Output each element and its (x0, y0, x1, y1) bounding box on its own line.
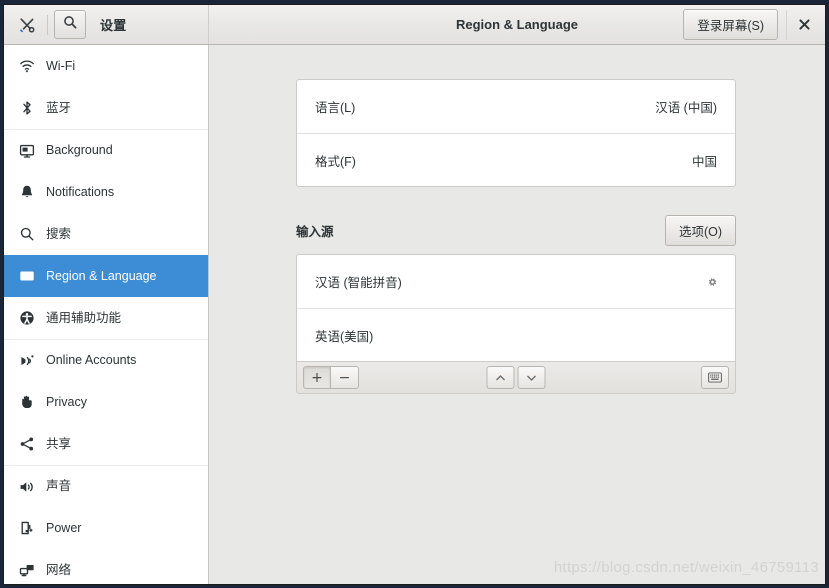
sidebar-item-label: Wi-Fi (46, 58, 76, 73)
header-bar-left: 设置 (4, 5, 209, 44)
search-button[interactable] (54, 10, 86, 39)
sidebar-item-label: 通用辅助功能 (46, 310, 122, 325)
sidebar-item-power[interactable]: Power (4, 507, 208, 549)
watermark: https://blog.csdn.net/weixin_46759113 (553, 559, 819, 576)
network-icon (16, 561, 38, 579)
sidebar-item-label: 网络 (46, 562, 72, 577)
row-language-value: 汉语 (中国) (655, 101, 717, 115)
sidebar-item-online-accounts[interactable]: Online Accounts (4, 339, 208, 381)
sidebar-item-[interactable]: 蓝牙 (4, 87, 208, 129)
page-title: Region & Language (455, 17, 579, 32)
row-formats-label: 格式(F) (315, 154, 356, 169)
input-options-button[interactable]: 选项(O) (664, 214, 736, 246)
input-sources-toolbar: + − (296, 362, 736, 394)
input-sources-title: 输入源 (296, 224, 334, 239)
header-bar: 设置 Region & Language 登录屏幕(S) (4, 5, 825, 45)
accessibility-icon (16, 309, 38, 327)
sidebar-item-privacy[interactable]: Privacy (4, 381, 208, 423)
search-icon (16, 225, 38, 243)
sidebar-item-label: 蓝牙 (46, 100, 72, 115)
sidebar-item-[interactable]: 共享 (4, 423, 208, 465)
input-sources-list: 汉语 (智能拼音) 英语(美国) (296, 254, 736, 362)
header-bar-right: Region & Language 登录屏幕(S) (209, 5, 825, 44)
content-area: 语言(L) 汉语 (中国) 格式(F) 中国 输入源 选项(O) 汉语 (智能拼… (209, 45, 825, 584)
add-input-source-button[interactable]: + (303, 366, 331, 389)
input-source-row-english[interactable]: 英语(美国) (297, 308, 735, 361)
gear-icon[interactable] (705, 275, 719, 289)
bluetooth-icon (16, 99, 38, 117)
add-remove-group: + − (303, 366, 359, 389)
sidebar-item-[interactable]: 搜索 (4, 213, 208, 255)
sidebar-item-label: Background (46, 143, 113, 158)
speaker-icon (16, 478, 38, 496)
move-group (486, 366, 546, 389)
monitor-icon (16, 142, 38, 160)
sidebar-item-label: Region & Language (46, 268, 157, 283)
sidebar-item-label: Online Accounts (46, 353, 137, 368)
sidebar-item-label: Power (46, 520, 82, 535)
row-formats[interactable]: 格式(F) 中国 (297, 133, 735, 186)
search-icon (63, 15, 77, 34)
wifi-icon (16, 57, 38, 75)
move-down-button[interactable] (517, 366, 546, 389)
settings-window: 设置 Region & Language 登录屏幕(S) Wi-Fi 蓝牙 Back… (3, 4, 826, 585)
share-icon (16, 435, 38, 453)
row-language[interactable]: 语言(L) 汉语 (中国) (297, 80, 735, 133)
chevron-up-icon (496, 374, 505, 380)
close-icon[interactable] (786, 9, 817, 40)
row-language-label: 语言(L) (315, 101, 356, 115)
show-keyboard-layout-button[interactable] (701, 366, 729, 389)
language-frame: 语言(L) 汉语 (中国) 格式(F) 中国 (296, 79, 736, 187)
keyboard-icon (708, 372, 722, 383)
hand-icon (16, 393, 38, 411)
sidebar-item-[interactable]: 通用辅助功能 (4, 297, 208, 339)
sidebar-item-[interactable]: 声音 (4, 465, 208, 507)
sidebar-item-wi-fi[interactable]: Wi-Fi (4, 45, 208, 87)
sidebar-item-[interactable]: 网络 (4, 549, 208, 584)
sidebar-item-region-language[interactable]: Region & Language (4, 255, 208, 297)
tools-icon (14, 12, 40, 38)
region-language-icon (16, 267, 38, 285)
login-screen-button[interactable]: 登录屏幕(S) (683, 9, 778, 40)
input-source-row-chinese[interactable]: 汉语 (智能拼音) (297, 255, 735, 308)
header-actions: 登录屏幕(S) (683, 5, 817, 44)
sidebar-item-label: Privacy (46, 394, 87, 409)
bell-icon (16, 183, 38, 201)
input-sources-header: 输入源 选项(O) (296, 214, 736, 246)
input-source-label: 英语(美国) (315, 329, 374, 344)
remove-input-source-button[interactable]: − (331, 366, 359, 389)
battery-icon (16, 519, 38, 537)
move-up-button[interactable] (486, 366, 515, 389)
sidebar: Wi-Fi 蓝牙 Background Notifications 搜索 Region &… (4, 45, 209, 584)
online-accounts-icon (16, 352, 38, 370)
sidebar-item-label: 搜索 (46, 226, 72, 241)
sidebar-item-label: 声音 (46, 479, 72, 494)
sidebar-item-label: 共享 (46, 436, 72, 451)
sidebar-item-label: Notifications (46, 184, 115, 199)
sidebar-title: 设置 (100, 18, 127, 33)
row-formats-value: 中国 (691, 154, 717, 169)
window-body: Wi-Fi 蓝牙 Background Notifications 搜索 Region &… (4, 45, 825, 584)
input-source-label: 汉语 (智能拼音) (315, 276, 402, 290)
sidebar-item-notifications[interactable]: Notifications (4, 171, 208, 213)
region-language-panel: 语言(L) 汉语 (中国) 格式(F) 中国 输入源 选项(O) 汉语 (智能拼… (296, 79, 736, 394)
header-separator (47, 14, 48, 35)
chevron-down-icon (527, 375, 536, 381)
sidebar-item-background[interactable]: Background (4, 129, 208, 171)
keyboard-group (701, 366, 729, 389)
